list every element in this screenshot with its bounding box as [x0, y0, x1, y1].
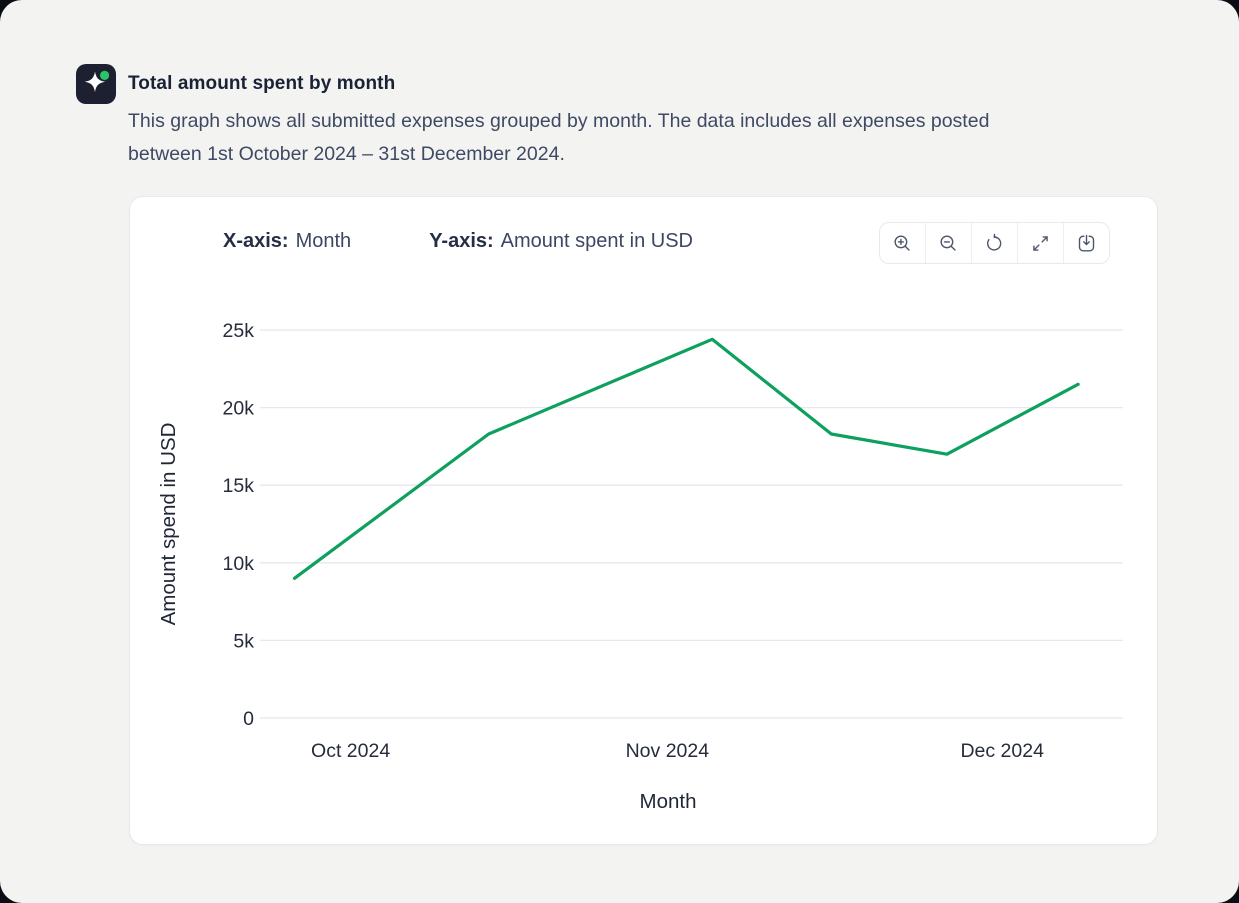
header: Total amount spent by month This graph s…: [128, 72, 1163, 171]
reset-icon: [984, 233, 1005, 254]
sparkle-icon: [76, 64, 116, 104]
x-axis-info-label: X-axis:: [223, 230, 289, 252]
page: Total amount spent by month This graph s…: [0, 0, 1239, 903]
page-title: Total amount spent by month: [128, 72, 1163, 96]
x-tick-label: Oct 2024: [311, 740, 390, 762]
axis-info: X-axis: Month Y-axis: Amount spent in USD: [223, 228, 693, 254]
reset-view-button[interactable]: [972, 223, 1017, 263]
description-line-2: between 1st October 2024 – 31st December…: [128, 138, 1163, 171]
zoom-out-button[interactable]: [926, 223, 971, 263]
y-tick-label: 0: [243, 708, 254, 730]
download-icon: [1076, 233, 1097, 254]
x-axis-title: Month: [640, 790, 697, 813]
expense-line-series: [295, 339, 1079, 578]
y-axis-info: Y-axis: Amount spent in USD: [429, 228, 693, 254]
x-tick-label: Nov 2024: [626, 740, 710, 762]
page-description: This graph shows all submitted expenses …: [128, 105, 1163, 171]
download-button[interactable]: [1064, 223, 1109, 263]
zoom-out-icon: [938, 233, 959, 254]
y-tick-label: 15k: [223, 475, 255, 497]
y-tick-label: 20k: [223, 398, 255, 420]
sparkle-logo-icon: [76, 64, 116, 104]
chart-card: X-axis:Month Y-axis:Amount spent in USD …: [129, 196, 1158, 845]
chart-toolbar: [879, 222, 1110, 264]
y-axis-info-label: Y-axis:: [429, 230, 493, 252]
zoom-in-button[interactable]: [880, 223, 925, 263]
x-tick-label: Dec 2024: [960, 740, 1044, 762]
expense-line-chart[interactable]: 0 5k 10k 15k 20k 25k Oct 2024 Nov 2024 Dec 2024 M…: [130, 287, 1159, 846]
x-axis-info: X-axis: Month: [223, 228, 351, 254]
y-tick-label: 5k: [233, 630, 254, 652]
y-axis-title: Amount spend in USD: [157, 423, 180, 626]
y-tick-label: 10k: [223, 553, 255, 575]
y-axis-info-value: Amount spent in USD: [501, 230, 693, 252]
zoom-in-icon: [892, 233, 913, 254]
expand-icon: [1030, 233, 1051, 254]
description-line-1: This graph shows all submitted expenses …: [128, 105, 1163, 138]
x-axis-info-value: Month: [296, 230, 352, 252]
y-tick-label: 25k: [223, 320, 255, 342]
fullscreen-button[interactable]: [1018, 223, 1063, 263]
